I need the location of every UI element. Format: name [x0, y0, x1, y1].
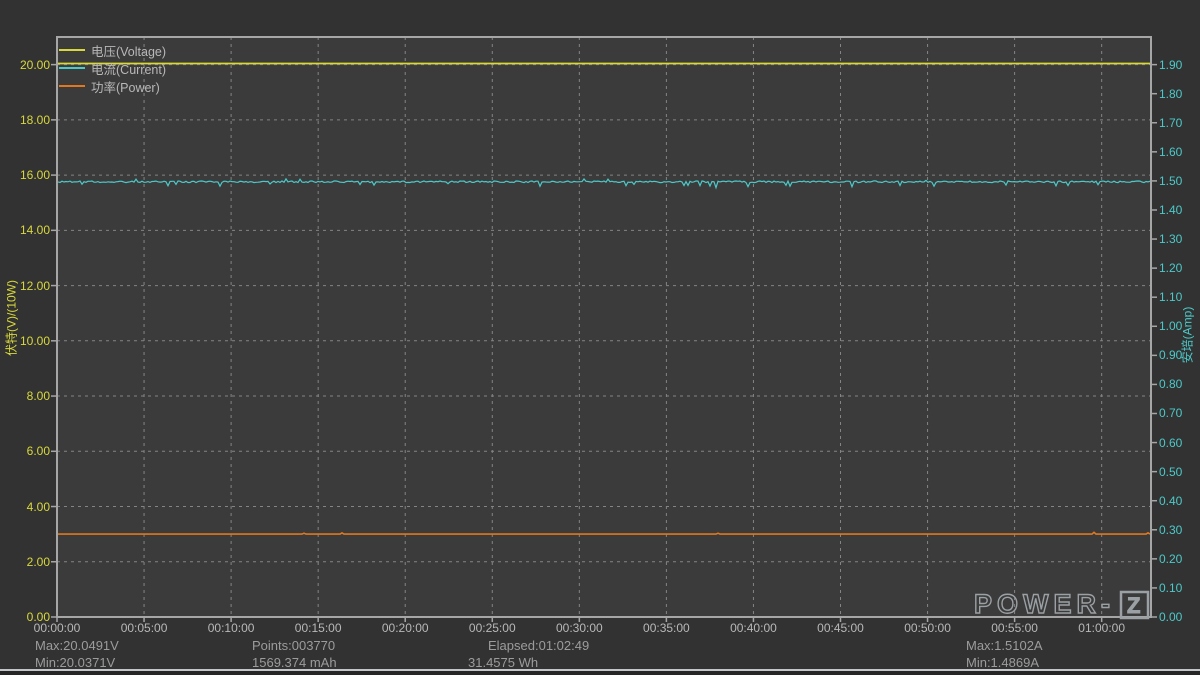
- status-capacity: 1569.374 mAh: [252, 655, 337, 670]
- x-axis-tick-label: 00:40:00: [711, 621, 795, 635]
- legend-item-power[interactable]: 功率(Power): [59, 77, 166, 95]
- x-axis-tick-label: 00:55:00: [973, 621, 1057, 635]
- left-axis-tick-label: 6.00: [0, 444, 50, 458]
- right-axis-tick-label: 1.30: [1159, 232, 1200, 246]
- x-axis-tick-label: 00:50:00: [886, 621, 970, 635]
- status-energy: 31.4575 Wh: [468, 655, 538, 670]
- right-axis-tick-label: 1.70: [1159, 116, 1200, 130]
- left-axis-tick-label: 2.00: [0, 555, 50, 569]
- x-axis-tick-label: 00:10:00: [189, 621, 273, 635]
- x-axis-tick-label: 00:15:00: [276, 621, 360, 635]
- left-axis-tick-label: 14.00: [0, 223, 50, 237]
- x-axis-tick-label: 00:00:00: [15, 621, 99, 635]
- right-axis-tick-label: 1.80: [1159, 87, 1200, 101]
- right-axis-tick-label: 0.00: [1159, 610, 1200, 624]
- window-bottom-edge: [0, 671, 1200, 675]
- right-axis-tick-label: 1.50: [1159, 174, 1200, 188]
- legend-item-voltage[interactable]: 电压(Voltage): [59, 41, 166, 59]
- x-axis-tick-label: 00:05:00: [102, 621, 186, 635]
- status-points: Points:003770: [252, 638, 335, 653]
- legend-item-current[interactable]: 电流(Current): [59, 59, 166, 77]
- x-axis-tick-label: 00:20:00: [363, 621, 447, 635]
- right-axis-tick-label: 1.20: [1159, 261, 1200, 275]
- status-voltage-max: Max:20.0491V: [35, 638, 119, 653]
- logo-z-letter: Z: [1127, 593, 1140, 618]
- power-z-logo: POWER- Z: [970, 588, 1155, 622]
- x-axis-tick-label: 00:25:00: [450, 621, 534, 635]
- right-axis-tick-label: 0.60: [1159, 436, 1200, 450]
- right-axis-tick-label: 0.10: [1159, 581, 1200, 595]
- left-axis-tick-label: 8.00: [0, 389, 50, 403]
- right-axis-tick-label: 0.70: [1159, 406, 1200, 420]
- legend-label-current: 电流(Current): [91, 59, 166, 78]
- right-axis-tick-label: 1.10: [1159, 290, 1200, 304]
- right-axis-title: 安培(Amp): [1179, 307, 1196, 364]
- left-axis-tick-label: 4.00: [0, 500, 50, 514]
- left-axis-tick-label: 20.00: [0, 58, 50, 72]
- status-current-max: Max:1.5102A: [966, 638, 1043, 653]
- legend-label-voltage: 电压(Voltage): [91, 41, 166, 60]
- power-line-swatch: [59, 85, 85, 87]
- left-axis-tick-label: 18.00: [0, 113, 50, 127]
- right-axis-tick-label: 0.30: [1159, 523, 1200, 537]
- legend-label-power: 功率(Power): [91, 77, 160, 96]
- x-axis-tick-label: 00:35:00: [624, 621, 708, 635]
- right-axis-tick-label: 1.90: [1159, 58, 1200, 72]
- status-voltage-min: Min:20.0371V: [35, 655, 115, 670]
- power-z-chart-window: 20.0018.0016.0014.0012.0010.008.006.004.…: [0, 0, 1200, 675]
- status-elapsed: Elapsed:01:02:49: [488, 638, 589, 653]
- logo-word: POWER-: [974, 589, 1115, 619]
- x-axis-tick-label: 01:00:00: [1060, 621, 1144, 635]
- right-axis-tick-label: 1.60: [1159, 145, 1200, 159]
- legend: 电压(Voltage) 电流(Current) 功率(Power): [59, 41, 166, 95]
- right-axis-tick-label: 1.40: [1159, 203, 1200, 217]
- current-line-swatch: [59, 67, 85, 69]
- left-axis-title: 伏特(V)/(10W): [3, 280, 20, 356]
- right-axis-tick-label: 0.40: [1159, 494, 1200, 508]
- left-axis-tick-label: 16.00: [0, 168, 50, 182]
- voltage-line-swatch: [59, 49, 85, 51]
- x-axis-tick-label: 00:45:00: [799, 621, 883, 635]
- plot-area[interactable]: [57, 37, 1151, 617]
- right-axis-tick-label: 0.80: [1159, 377, 1200, 391]
- x-axis-tick-label: 00:30:00: [537, 621, 621, 635]
- right-axis-tick-label: 0.20: [1159, 552, 1200, 566]
- right-axis-tick-label: 0.50: [1159, 465, 1200, 479]
- status-current-min: Min:1.4869A: [966, 655, 1039, 670]
